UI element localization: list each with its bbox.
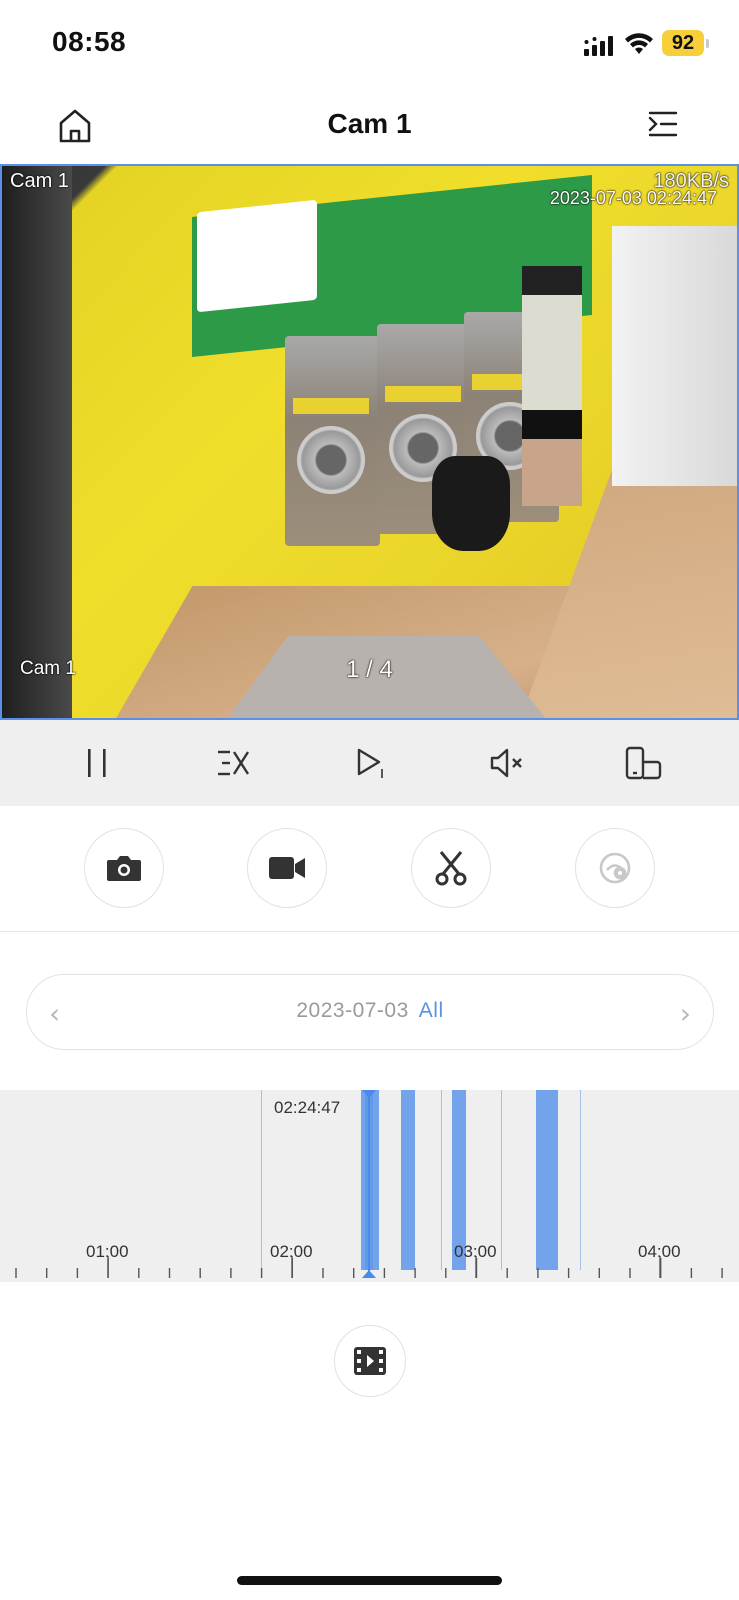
frame-step-button[interactable] [348, 740, 394, 786]
timeline[interactable]: 02:24:47 01:00 02:00 03:00 04:00 [0, 1090, 739, 1282]
wifi-icon [625, 33, 653, 54]
recording-segment [546, 1090, 558, 1270]
hour-label: 04:00 [638, 1242, 681, 1261]
scissors-icon [435, 851, 467, 886]
home-indicator [237, 1576, 502, 1585]
recording-segment [536, 1090, 546, 1270]
page-indicator: 1 / 4 [346, 656, 393, 683]
timeline-current-time: 02:24:47 [274, 1098, 341, 1117]
pause-button[interactable] [74, 740, 120, 786]
scene-person [522, 266, 582, 506]
menu-list-icon[interactable] [648, 110, 678, 138]
battery-icon: 92 [662, 30, 704, 56]
video-player[interactable]: Cam 1 180KB/s 2023-07-03 02:24:47 Cam 1 … [0, 164, 739, 720]
scene-bag [432, 456, 510, 551]
smart-detect-button[interactable] [575, 828, 655, 908]
scene-right-wall [612, 226, 737, 486]
mute-button[interactable] [484, 740, 530, 786]
next-date-arrow-icon[interactable]: › [680, 997, 691, 1030]
recording-segment [501, 1090, 502, 1270]
page-title: Cam 1 [327, 108, 412, 139]
rotate-screen-icon [625, 746, 662, 780]
snapshot-button[interactable] [84, 828, 164, 908]
battery-cap [706, 39, 709, 48]
camera-icon [107, 856, 141, 881]
speed-x-icon [218, 750, 250, 776]
recording-segment [261, 1090, 262, 1270]
recording-segment [401, 1090, 415, 1270]
playback-controls [0, 720, 739, 806]
recording-segment [441, 1090, 442, 1270]
hour-label: 03:00 [454, 1242, 497, 1261]
scene-logo-panel [197, 199, 317, 313]
scene-left-wall [2, 166, 72, 718]
recording-segment [580, 1090, 581, 1270]
status-bar: 08:58 92 [0, 0, 739, 90]
record-filter[interactable]: All [419, 999, 444, 1022]
hour-label: 02:00 [270, 1242, 313, 1261]
pause-icon [88, 749, 106, 777]
playhead-bottom-marker [362, 1270, 376, 1278]
date-display[interactable]: 2023-07-03 All [27, 999, 713, 1023]
scene-washer [285, 336, 380, 546]
selected-date[interactable]: 2023-07-03 [296, 999, 408, 1022]
action-row [0, 806, 739, 932]
recordings-list-button[interactable] [334, 1325, 406, 1397]
clip-button[interactable] [411, 828, 491, 908]
date-picker: ‹ 2023-07-03 All › [26, 974, 714, 1050]
video-timestamp: 2023-07-03 02:24:47 [549, 188, 717, 208]
cellular-signal-icon [584, 36, 613, 56]
play-frame-icon [357, 748, 383, 778]
battery-level: 92 [671, 32, 695, 54]
status-time: 08:58 [52, 26, 127, 57]
speed-button[interactable] [210, 740, 256, 786]
camera-label-top: Cam 1 [10, 170, 69, 192]
nav-bar: Cam 1 [0, 90, 739, 164]
film-play-icon [354, 1347, 386, 1375]
video-camera-icon [269, 857, 305, 879]
rotate-button[interactable] [620, 740, 666, 786]
hour-label: 01:00 [86, 1242, 129, 1261]
speaker-muted-icon [490, 748, 522, 778]
record-button[interactable] [247, 828, 327, 908]
eye-detect-icon [599, 852, 631, 884]
